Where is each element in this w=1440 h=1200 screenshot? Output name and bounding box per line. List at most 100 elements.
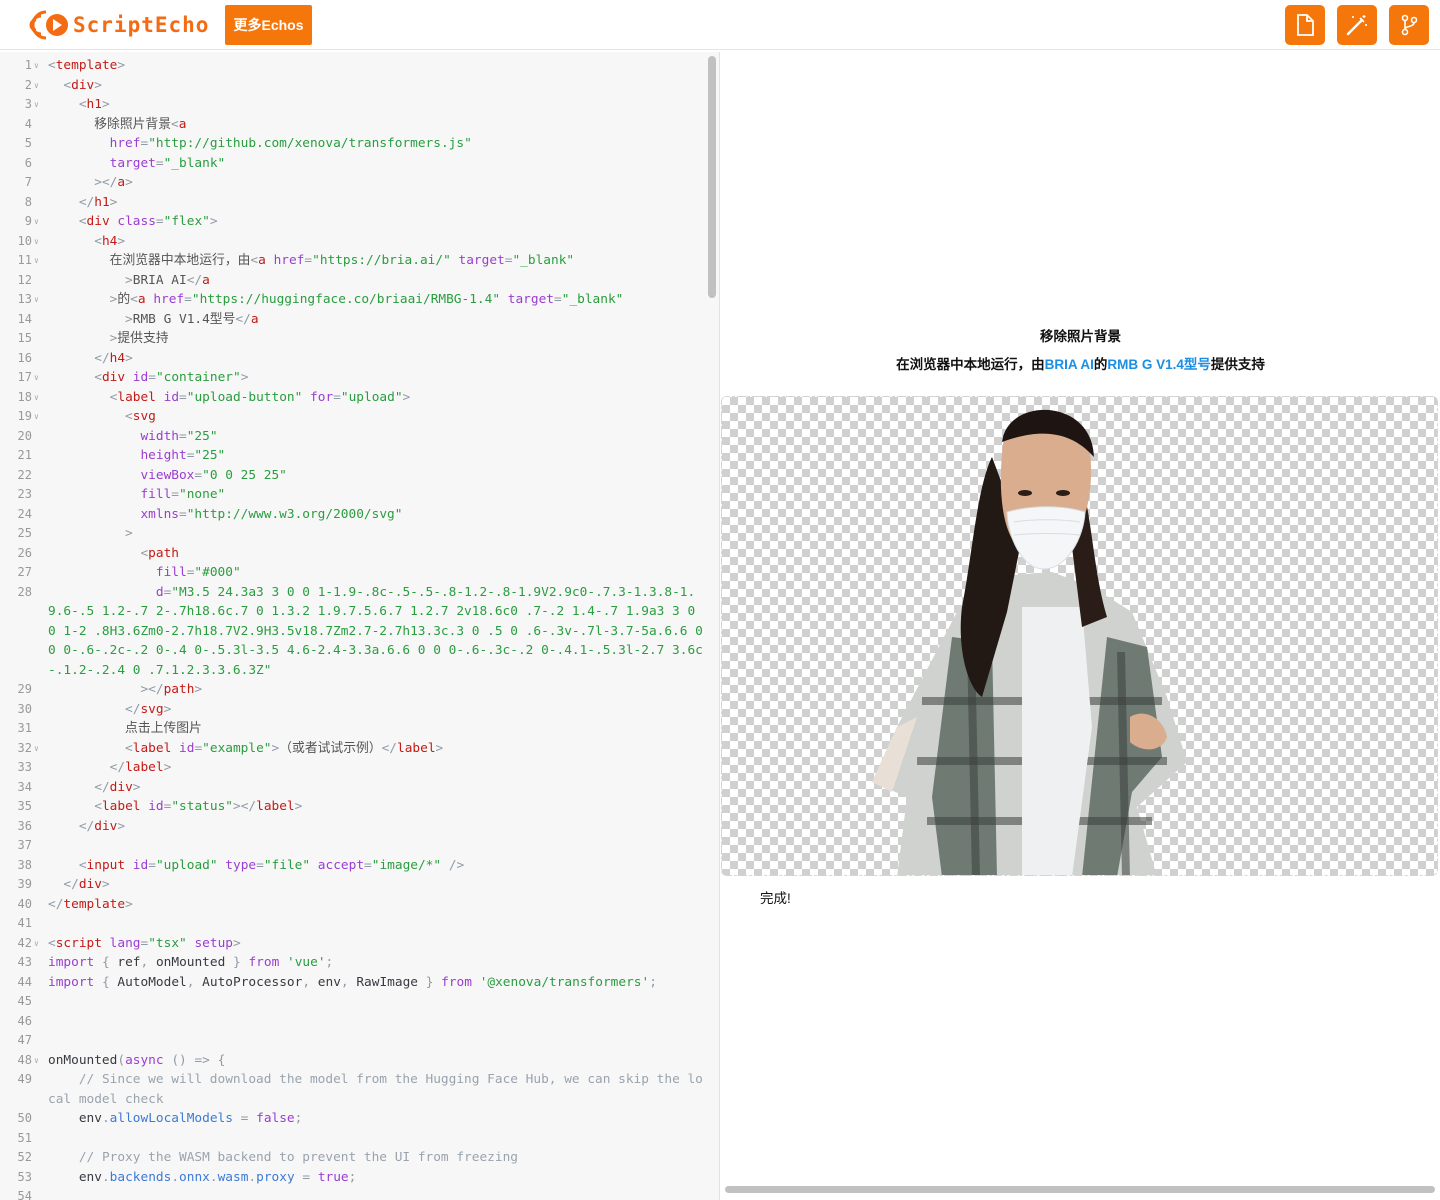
code-line[interactable]: 12 >BRIA AI</a	[18, 271, 704, 291]
code-line[interactable]: 43 import { ref, onMounted } from 'vue';	[18, 953, 704, 973]
code-line[interactable]: 46​	[18, 1012, 704, 1032]
code-line[interactable]: 38 <input id="upload" type="file" accept…	[18, 856, 704, 876]
preview-scroll-thumb[interactable]	[725, 1186, 1435, 1193]
code-line[interactable]: 2 ∨ <div>	[25, 76, 704, 96]
code-text: >BRIA AI</a	[125, 272, 210, 288]
line-number: 49	[17, 1072, 32, 1086]
code-line[interactable]: 40 </template>	[18, 895, 704, 915]
line-number: 13	[17, 292, 32, 306]
code-text: <template>	[48, 58, 126, 73]
code-text: import { ref, onMounted } from 'vue';	[48, 955, 334, 970]
code-line[interactable]: 4 移除照片背景<a	[25, 115, 704, 135]
code-text: xmlns="http://www.w3.org/2000/svg"	[140, 506, 403, 522]
code-line[interactable]: 14 >RMB G V1.4型号</a	[18, 310, 704, 330]
code-line[interactable]: 20 width="25"	[18, 427, 704, 447]
fold-chevron-icon[interactable]: ∨	[34, 934, 39, 954]
bria-ai-link[interactable]: BRIA AI	[1045, 357, 1094, 372]
code-line[interactable]: 5 href="http://github.com/xenova/transfo…	[25, 134, 704, 154]
fold-chevron-icon[interactable]: ∨	[34, 251, 39, 271]
line-number: 5	[24, 136, 32, 150]
fold-chevron-icon[interactable]: ∨	[34, 95, 39, 115]
preview-horizontal-scrollbar[interactable]	[723, 1184, 1438, 1194]
code-line[interactable]: 32 ∨ <label id="example">（或者试试示例）</label>	[18, 739, 704, 759]
code-line[interactable]: 47​	[18, 1031, 704, 1051]
code-line[interactable]: 23 fill="none"	[18, 485, 704, 505]
line-number: 25	[17, 526, 32, 540]
line-number: 6	[24, 155, 32, 170]
cutout-person-image	[872, 409, 1187, 875]
code-line[interactable]: 21 height="25"	[18, 446, 704, 466]
code-content[interactable]: 1 ∨ <template> 2 ∨ <div> 3 ∨ <h1> 4 移除照片背景<a 5 h…	[18, 56, 704, 1200]
code-line[interactable]: 36 </div>	[18, 817, 704, 837]
code-line[interactable]: 44 import { AutoModel, AutoProcessor, env…	[18, 973, 704, 993]
editor-scroll-thumb[interactable]	[708, 56, 716, 298]
code-line[interactable]: 10 ∨ <h4>	[18, 232, 704, 252]
fold-chevron-icon[interactable]: ∨	[34, 407, 39, 427]
code-line[interactable]: 37​	[18, 836, 704, 856]
subtitle-suffix: 提供支持	[1210, 357, 1265, 372]
code-line[interactable]: 15 >提供支持	[18, 329, 704, 349]
code-line[interactable]: 34 </div>	[18, 778, 704, 798]
code-line[interactable]: 27 fill="#000"	[18, 563, 704, 583]
code-text: </h1>	[78, 194, 118, 210]
code-line[interactable]: 28 d="M3.5 24.3a3 3 0 0 1-1.9-.8c-.5-.5-…	[18, 583, 704, 681]
code-line[interactable]: 17 ∨ <div id="container">	[18, 368, 704, 388]
code-line[interactable]: 52 // Proxy the WASM backend to prevent …	[18, 1148, 704, 1168]
code-line[interactable]: 54​	[18, 1187, 704, 1200]
code-line[interactable]: 53 env.backends.onnx.wasm.proxy = true;	[18, 1168, 704, 1188]
code-line[interactable]: 9 ∨ <div class="flex">	[25, 212, 704, 232]
code-line[interactable]: 22 viewBox="0 0 25 25"	[18, 466, 704, 486]
code-line[interactable]: 42 ∨ <script lang="tsx" setup>	[18, 934, 704, 954]
code-line[interactable]: 33 </label>	[18, 758, 704, 778]
branch-button[interactable]	[1389, 5, 1429, 45]
fold-chevron-icon[interactable]: ∨	[34, 368, 39, 388]
code-line[interactable]: 31 点击上传图片	[18, 719, 704, 739]
code-text: </div>	[78, 818, 126, 834]
fold-chevron-icon[interactable]: ∨	[34, 56, 39, 76]
code-line[interactable]: 13 ∨ >的<a href="https://huggingface.co/br…	[18, 290, 704, 310]
logo[interactable]: ScriptEcho	[28, 6, 209, 44]
line-number: 2	[24, 77, 32, 92]
magic-button[interactable]	[1337, 5, 1377, 45]
rmbg-model-link[interactable]: RMB G V1.4型号	[1107, 357, 1211, 372]
code-line[interactable]: 8 </h1>	[25, 193, 704, 213]
code-line[interactable]: 6 target="_blank"	[25, 154, 704, 174]
fold-chevron-icon[interactable]: ∨	[34, 212, 39, 232]
line-number: 41	[17, 916, 32, 930]
code-line[interactable]: 29 ></path>	[18, 680, 704, 700]
code-line[interactable]: 7 ></a>	[25, 173, 704, 193]
fold-chevron-icon[interactable]: ∨	[34, 1051, 39, 1071]
code-line[interactable]: 51​	[18, 1129, 704, 1149]
new-file-button[interactable]	[1285, 5, 1325, 45]
editor-vertical-scrollbar[interactable]	[707, 54, 717, 1198]
fold-chevron-icon[interactable]: ∨	[34, 290, 39, 310]
code-line[interactable]: 35 <label id="status"></label>	[18, 797, 704, 817]
code-text: <input id="upload" type="file" accept="i…	[78, 857, 465, 873]
code-line[interactable]: 48 ∨ onMounted(async () => {	[18, 1051, 704, 1071]
fold-chevron-icon[interactable]: ∨	[34, 232, 39, 252]
code-editor[interactable]: 1 ∨ <template> 2 ∨ <div> 3 ∨ <h1> 4 移除照片背景<a 5 h…	[0, 52, 720, 1200]
fold-chevron-icon[interactable]: ∨	[34, 76, 39, 96]
code-line[interactable]: 3 ∨ <h1>	[25, 95, 704, 115]
code-line[interactable]: 30 </svg>	[18, 700, 704, 720]
more-echos-button[interactable]: 更多Echos	[225, 5, 312, 45]
code-line[interactable]: 25 >	[18, 524, 704, 544]
line-number: 21	[17, 448, 32, 462]
code-line[interactable]: 41​	[18, 914, 704, 934]
fold-chevron-icon[interactable]: ∨	[34, 739, 39, 759]
code-line[interactable]: 39 </div>	[18, 875, 704, 895]
code-line[interactable]: 24 xmlns="http://www.w3.org/2000/svg"	[18, 505, 704, 525]
code-line[interactable]: 11 ∨ 在浏览器中本地运行，由<a href="https://bria.ai/…	[18, 251, 704, 271]
code-line[interactable]: 19 ∨ <svg	[18, 407, 704, 427]
code-line[interactable]: 1 ∨ <template>	[25, 56, 704, 76]
code-line[interactable]: 45​	[18, 992, 704, 1012]
code-text: ></a>	[94, 175, 133, 190]
code-line[interactable]: 49 // Since we will download the model f…	[18, 1070, 704, 1109]
fold-chevron-icon[interactable]: ∨	[34, 388, 39, 408]
code-line[interactable]: 26 <path	[18, 544, 704, 564]
image-container[interactable]	[721, 396, 1438, 876]
code-line[interactable]: 50 env.allowLocalModels = false;	[18, 1109, 704, 1129]
line-number: 40	[17, 896, 32, 911]
code-line[interactable]: 18 ∨ <label id="upload-button" for="uploa…	[18, 388, 704, 408]
code-line[interactable]: 16 </h4>	[18, 349, 704, 369]
